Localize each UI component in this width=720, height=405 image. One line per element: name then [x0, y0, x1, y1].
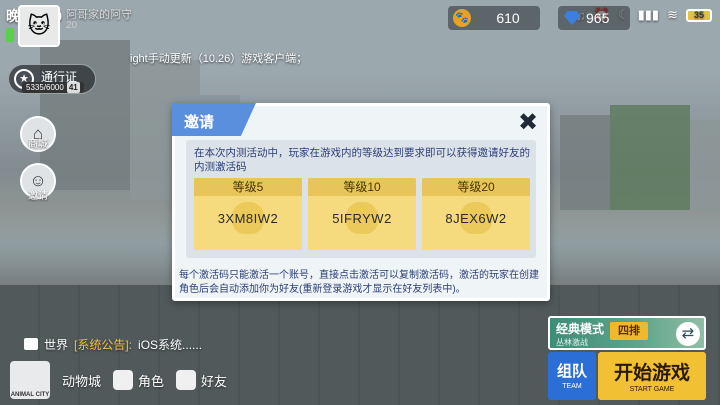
- diamond-icon: [564, 11, 580, 25]
- swap-mode-icon[interactable]: ⇄: [676, 322, 700, 346]
- battle-pass-progress-text: 5335/6000: [26, 83, 64, 92]
- invite-code: 3XM8IW2: [217, 211, 279, 226]
- invite-code-list: 等级5 3XM8IW2 等级10 5IFRYW2 等级20 8JEX6W2: [194, 178, 530, 250]
- game-mode-name: 经典模式: [556, 322, 605, 336]
- invite-code-card[interactable]: 等级20 8JEX6W2: [422, 178, 530, 250]
- code-level-label: 等级5: [194, 178, 302, 196]
- chat-bubble-icon: [24, 338, 38, 350]
- team-button[interactable]: 组队 TEAM: [548, 352, 596, 400]
- invite-label: 邀请: [28, 191, 48, 202]
- nav-character[interactable]: 角色: [113, 370, 164, 390]
- code-level-label: 等级10: [308, 178, 416, 196]
- logo-text: ANIMAL CITY: [10, 392, 50, 398]
- cat-avatar-icon: 🐱: [27, 13, 51, 38]
- invite-dialog: 邀请 ✖ 在本次内测活动中，玩家在游戏内的等级达到要求即可以获得邀请好友的内测激…: [172, 103, 550, 301]
- animal-city-logo[interactable]: ANIMAL CITY: [10, 361, 50, 399]
- dialog-content-panel: 在本次内测活动中，玩家在游戏内的等级达到要求即可以获得邀请好友的内测激活码 等级…: [186, 140, 536, 258]
- battle-pass-level: 41: [66, 82, 80, 93]
- battle-pass-progress: 5335/6000 41: [22, 82, 84, 93]
- invite-code: 8JEX6W2: [445, 211, 507, 226]
- chat-channel: 世界: [44, 337, 69, 352]
- player-level: 20: [66, 20, 78, 31]
- nav-friends-label: 好友: [201, 373, 228, 389]
- gem-counter[interactable]: 965: [558, 6, 630, 30]
- close-button[interactable]: ✖: [515, 110, 541, 136]
- gem-value: 965: [586, 10, 610, 26]
- dialog-title: 邀请: [172, 103, 256, 136]
- level-indicator: [6, 28, 14, 42]
- code-level-label: 等级20: [422, 178, 530, 196]
- start-game-sub: START GAME: [629, 386, 675, 393]
- invite-code-card[interactable]: 等级5 3XM8IW2: [194, 178, 302, 250]
- nav-friends[interactable]: 好友: [176, 370, 227, 390]
- coin-counter[interactable]: 🐾 610: [448, 6, 540, 30]
- signal-icon: ▮▮▮: [637, 7, 660, 22]
- squad-size-badge: 四排: [610, 322, 648, 340]
- wifi-icon: ≋: [667, 7, 678, 22]
- dialog-note: 每个激活码只能激活一个账号，直接点击激活可以复制激活码，激活的玩家在创建角色后会…: [179, 270, 539, 295]
- battery-icon: 35: [686, 8, 712, 22]
- world-chat[interactable]: 世界 [系统公告]: iOS系统......: [24, 335, 202, 353]
- invite-code-card[interactable]: 等级10 5IFRYW2: [308, 178, 416, 250]
- invite-code: 5IFRYW2: [332, 211, 392, 226]
- team-button-label: 组队: [556, 363, 587, 380]
- shop-label: 商城: [28, 139, 48, 150]
- chat-system-tag: [系统公告]:: [74, 337, 133, 352]
- team-button-sub: TEAM: [562, 383, 582, 390]
- start-game-label: 开始游戏: [613, 363, 690, 384]
- game-mode-sub: 丛林激战: [556, 338, 588, 347]
- friends-icon: [176, 370, 197, 390]
- nav-animal-city[interactable]: 动物城: [62, 371, 101, 390]
- close-icon: ✖: [517, 109, 539, 136]
- bottom-nav: ANIMAL CITY 动物城 角色 好友: [10, 360, 227, 400]
- start-game-button[interactable]: 开始游戏 START GAME: [598, 352, 706, 400]
- dialog-description: 在本次内测活动中，玩家在游戏内的等级达到要求即可以获得邀请好友的内测激活码: [194, 147, 530, 173]
- nav-character-label: 角色: [138, 373, 165, 389]
- chat-message: iOS系统......: [138, 337, 203, 352]
- cat-head-icon: [113, 370, 134, 390]
- paw-coin-icon: 🐾: [453, 9, 471, 27]
- system-notice: ight手动更新（10.26）游戏客户端；: [130, 53, 308, 65]
- coin-value: 610: [496, 10, 520, 26]
- player-avatar[interactable]: 🐱: [18, 5, 60, 47]
- nav-animal-city-label: 动物城: [62, 373, 102, 389]
- game-mode-selector[interactable]: 经典模式 丛林激战 四排 ⇄: [548, 316, 706, 350]
